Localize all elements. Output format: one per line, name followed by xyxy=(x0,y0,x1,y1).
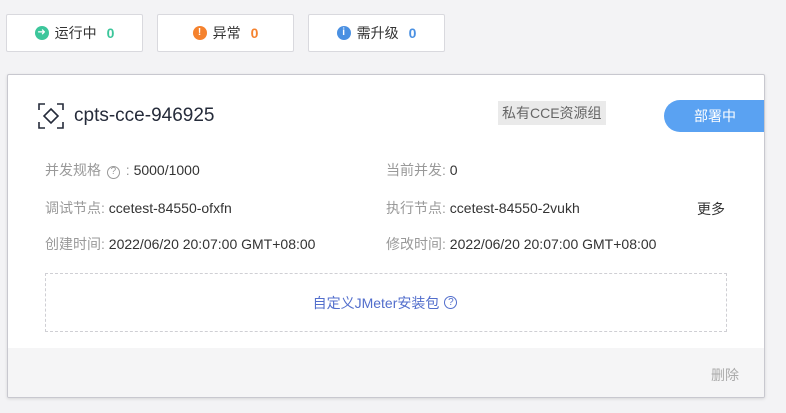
help-icon[interactable]: ? xyxy=(106,165,120,179)
filter-running-button[interactable]: ➜ 运行中 0 xyxy=(6,14,143,52)
modified-time-value: 2022/06/20 20:07:00 GMT+08:00 xyxy=(449,236,657,252)
filter-upgrade-button[interactable]: i 需升级 0 xyxy=(308,14,445,52)
custom-jmeter-link[interactable]: 自定义JMeter安装包 xyxy=(313,293,440,313)
debug-node-label: 调试节点: xyxy=(45,200,109,216)
deploying-status-button[interactable]: 部署中 xyxy=(664,100,764,132)
info-circle-icon: i xyxy=(336,26,351,40)
arrow-right-circle-icon: ➜ xyxy=(34,26,49,40)
current-concurrency: 当前并发: 0 xyxy=(386,161,458,179)
card-footer: 删除 xyxy=(8,348,764,397)
cluster-icon xyxy=(38,103,64,129)
filter-abnormal-count: 0 xyxy=(250,25,259,41)
exec-node-label: 执行节点: xyxy=(386,200,450,216)
exec-node: 执行节点: ccetest-84550-2vukh xyxy=(386,199,580,217)
debug-node: 调试节点: ccetest-84550-ofxfn xyxy=(45,199,232,217)
status-filter-bar: ➜ 运行中 0 ! 异常 0 i 需升级 0 xyxy=(6,14,445,52)
debug-node-value: ccetest-84550-ofxfn xyxy=(108,200,232,216)
filter-abnormal-label: 异常 xyxy=(212,25,241,41)
concurrency-spec-label: 并发规格 xyxy=(45,162,101,178)
filter-running-label: 运行中 xyxy=(54,25,97,41)
exec-node-value: ccetest-84550-2vukh xyxy=(449,200,580,216)
concurrency-spec: 并发规格 ? : 5000/1000 xyxy=(45,161,200,179)
concurrency-spec-value: 5000/1000 xyxy=(133,162,200,178)
jmeter-help-icon[interactable]: ? xyxy=(444,296,458,309)
filter-running-count: 0 xyxy=(106,25,115,41)
current-concurrency-label: 当前并发: xyxy=(386,162,450,178)
card-header: cpts-cce-946925 xyxy=(38,103,214,129)
created-time-label: 创建时间: xyxy=(45,236,109,252)
delete-button[interactable]: 删除 xyxy=(711,365,739,385)
warning-circle-icon: ! xyxy=(192,26,207,40)
filter-abnormal-button[interactable]: ! 异常 0 xyxy=(157,14,294,52)
modified-time-label: 修改时间: xyxy=(386,236,450,252)
concurrency-spec-separator: : xyxy=(125,162,134,178)
modified-time: 修改时间: 2022/06/20 20:07:00 GMT+08:00 xyxy=(386,235,656,253)
more-link[interactable]: 更多 xyxy=(697,199,725,219)
filter-upgrade-count: 0 xyxy=(408,25,417,41)
resource-group-tag: 私有CCE资源组 xyxy=(498,101,606,125)
filter-upgrade-label: 需升级 xyxy=(356,25,399,41)
cluster-card: cpts-cce-946925 私有CCE资源组 部署中 并发规格 ? : 50… xyxy=(7,74,765,398)
cluster-name: cpts-cce-946925 xyxy=(74,105,215,126)
current-concurrency-value: 0 xyxy=(449,162,458,178)
created-time-value: 2022/06/20 20:07:00 GMT+08:00 xyxy=(108,236,316,252)
created-time: 创建时间: 2022/06/20 20:07:00 GMT+08:00 xyxy=(45,235,315,253)
custom-jmeter-package-area[interactable]: 自定义JMeter安装包 ? xyxy=(45,273,727,332)
